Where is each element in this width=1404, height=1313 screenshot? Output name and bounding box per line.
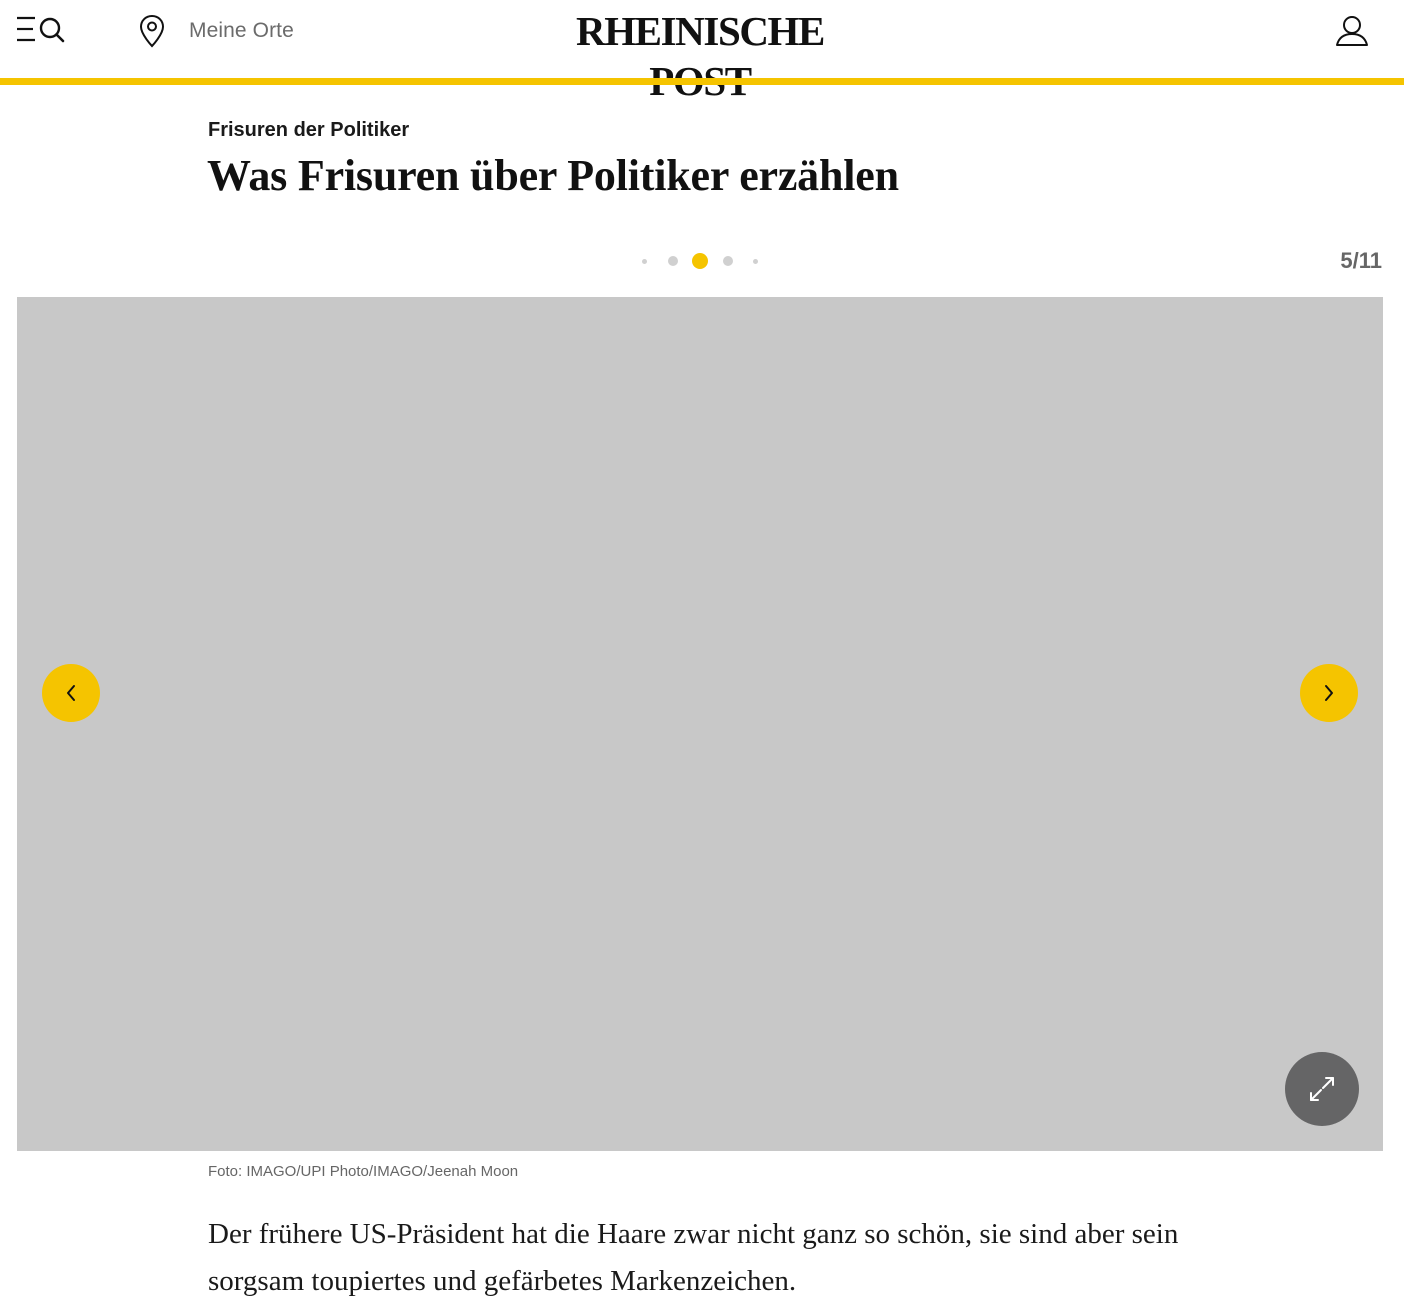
header-accent-bar [0, 78, 1404, 85]
image-credit: Foto: IMAGO/UPI Photo/IMAGO/Jeenah Moon [208, 1163, 519, 1180]
site-header: Meine Orte RHEINISCHE POST [0, 0, 1404, 104]
pagination-dot[interactable] [642, 259, 647, 264]
pagination-dot[interactable] [668, 256, 678, 266]
chevron-right-icon [1325, 685, 1333, 701]
my-places-button[interactable]: Meine Orte [138, 14, 294, 48]
menu-search-button[interactable] [16, 14, 66, 46]
article-title: Was Frisuren über Politiker erzählen [207, 151, 899, 200]
pagination-dot-active[interactable] [692, 253, 708, 269]
site-logo[interactable]: RHEINISCHE POST [528, 6, 872, 106]
map-pin-icon [139, 14, 165, 48]
pagination-dot[interactable] [753, 259, 758, 264]
menu-search-icon [17, 16, 65, 43]
gallery-next-button[interactable] [1300, 664, 1358, 722]
gallery-pagination [636, 248, 764, 274]
image-caption: Der frühere US-Präsident hat die Haare z… [208, 1218, 1179, 1297]
gallery-image-placeholder [17, 297, 1383, 1151]
user-icon [1336, 16, 1368, 46]
expand-icon [1310, 1077, 1334, 1101]
gallery-counter: 5/11 [1340, 248, 1382, 273]
chevron-left-icon [67, 685, 75, 701]
account-button[interactable] [1335, 14, 1369, 48]
article-kicker: Frisuren der Politiker [208, 119, 410, 141]
pagination-dot[interactable] [723, 256, 733, 266]
gallery-prev-button[interactable] [42, 664, 100, 722]
gallery-image [17, 297, 1383, 1151]
fullscreen-button[interactable] [1285, 1052, 1359, 1126]
my-places-label: Meine Orte [189, 19, 294, 42]
